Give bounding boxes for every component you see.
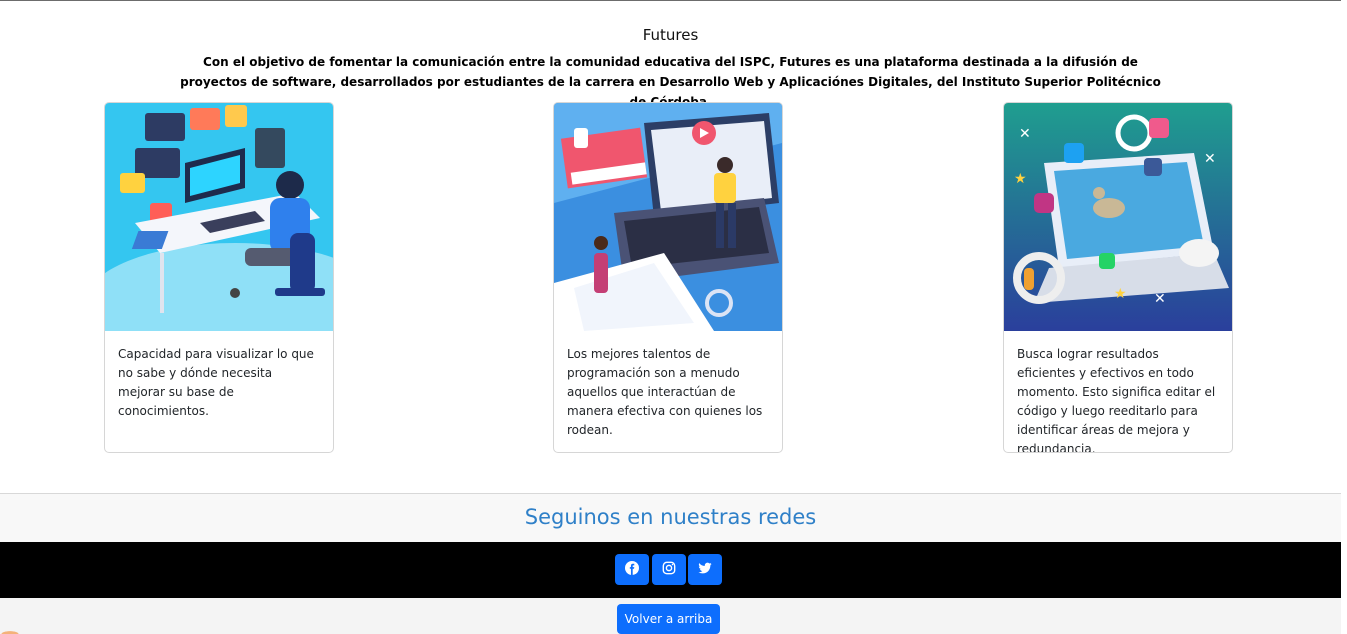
twitter-icon (698, 560, 712, 579)
page-title: Futures (642, 26, 699, 44)
top-divider (0, 0, 1341, 1)
feature-card-1: Capacidad para visualizar lo que no sabe… (104, 102, 334, 453)
intro-section: Futures Con el objetivo de fomentar la c… (0, 26, 1341, 112)
social-heading: Seguinos en nuestras redes (524, 505, 817, 529)
card-text: Capacidad para visualizar lo que no sabe… (118, 347, 314, 418)
card-text: Busca lograr resultados eficientes y efe… (1017, 347, 1216, 453)
card-text: Los mejores talentos de programación son… (567, 347, 763, 437)
instagram-icon (662, 560, 676, 579)
footer-area: Volver a arriba (0, 598, 1341, 634)
svg-text:★: ★ (1014, 171, 1027, 187)
twitter-button[interactable] (688, 554, 722, 585)
page-edge (1341, 0, 1347, 634)
facebook-button[interactable] (615, 554, 649, 585)
svg-text:✕: ✕ (1019, 126, 1031, 142)
instagram-button[interactable] (652, 554, 686, 585)
feature-card-3: ✕ ✕ ✕ ★ ★ Busca lograr resultados eficie… (1003, 102, 1233, 453)
svg-text:✕: ✕ (1204, 151, 1216, 167)
feature-card-2: Los mejores talentos de programación son… (553, 102, 783, 453)
facebook-icon (625, 560, 639, 579)
social-section-header: Seguinos en nuestras redes (0, 493, 1341, 542)
education-illustration (554, 103, 782, 331)
social-bar (0, 542, 1341, 598)
back-to-top-button[interactable]: Volver a arriba (617, 604, 720, 634)
social-media-illustration: ✕ ✕ ✕ ★ ★ (1004, 103, 1232, 331)
svg-text:✕: ✕ (1154, 291, 1166, 307)
developer-illustration (105, 103, 333, 331)
svg-text:★: ★ (1114, 286, 1127, 302)
decorative-corner-shape (0, 624, 40, 634)
